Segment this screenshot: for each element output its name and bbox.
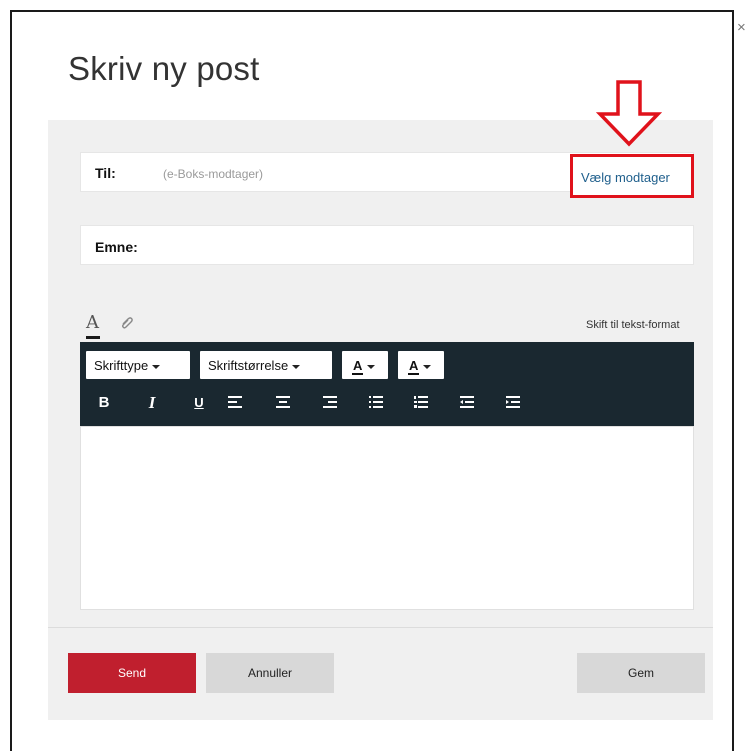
choose-recipient-link[interactable]: Vælg modtager xyxy=(581,170,670,185)
align-right-icon[interactable] xyxy=(320,392,342,414)
underline-icon[interactable]: U xyxy=(188,392,210,414)
font-color-button[interactable]: A xyxy=(342,351,388,379)
align-center-icon[interactable] xyxy=(273,392,295,414)
font-size-dropdown[interactable]: Skriftstørrelse xyxy=(200,351,332,379)
active-tab-indicator xyxy=(86,336,100,339)
choose-recipient-highlight: Vælg modtager xyxy=(570,154,694,198)
switch-to-text-format-link[interactable]: Skift til tekst-format xyxy=(586,319,680,331)
to-label: Til: xyxy=(95,165,116,181)
send-button[interactable]: Send xyxy=(68,653,196,693)
caret-down-icon xyxy=(423,364,432,369)
font-color-letter: A xyxy=(352,358,364,375)
indent-icon[interactable] xyxy=(503,392,525,414)
numbered-list-icon[interactable] xyxy=(411,392,433,414)
save-button[interactable]: Gem xyxy=(577,653,705,693)
caret-down-icon xyxy=(152,364,161,369)
message-body-editor[interactable] xyxy=(80,426,694,610)
italic-icon[interactable]: I xyxy=(141,392,163,414)
bullet-list-icon[interactable] xyxy=(366,392,388,414)
to-placeholder[interactable]: (e-Boks-modtager) xyxy=(163,167,263,181)
highlight-color-button[interactable]: A xyxy=(398,351,444,379)
dialog-title: Skriv ny post xyxy=(68,50,260,87)
subject-label: Emne: xyxy=(95,239,138,255)
formatting-icons-row: B I U xyxy=(80,392,694,418)
font-dropdown-label: Skrifttype xyxy=(94,358,149,373)
font-size-dropdown-label: Skriftstørrelse xyxy=(208,358,289,373)
editor-toolbar: Skrifttype Skriftstørrelse A A B I U xyxy=(80,342,694,426)
align-left-icon[interactable] xyxy=(225,392,247,414)
font-dropdown[interactable]: Skrifttype xyxy=(86,351,190,379)
caret-down-icon xyxy=(292,364,301,369)
outdent-icon[interactable] xyxy=(457,392,479,414)
highlight-color-letter: A xyxy=(408,358,420,375)
paperclip-icon[interactable] xyxy=(120,316,134,330)
cancel-button[interactable]: Annuller xyxy=(206,653,334,693)
close-icon[interactable]: × xyxy=(737,20,746,35)
bold-icon[interactable]: B xyxy=(93,392,115,414)
footer-divider xyxy=(48,627,713,628)
caret-down-icon xyxy=(367,364,376,369)
text-format-icon[interactable]: A xyxy=(86,312,99,333)
subject-field[interactable]: Emne: xyxy=(80,225,694,265)
down-arrow-icon xyxy=(596,80,662,147)
